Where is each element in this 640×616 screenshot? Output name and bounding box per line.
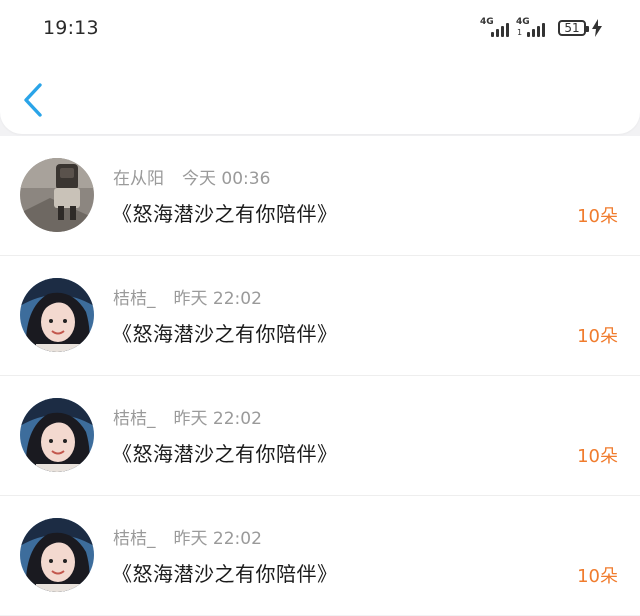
signal-icon-sim2: 4G 1: [516, 17, 546, 39]
sender-name: 在从阳: [113, 169, 164, 189]
gift-count: 10朵: [577, 206, 618, 227]
record-time: 昨天 22:02: [173, 409, 262, 429]
charging-bolt-icon: [592, 19, 602, 37]
gift-count: 10朵: [577, 326, 618, 347]
avatar[interactable]: [20, 398, 94, 472]
gift-title: 《怒海潜沙之有你陪伴》: [112, 562, 338, 586]
list-item[interactable]: 桔桔_ 昨天 22:02 《怒海潜沙之有你陪伴》 10朵: [0, 375, 640, 495]
record-time: 昨天 22:02: [173, 529, 262, 549]
gift-count: 10朵: [577, 566, 618, 587]
record-meta: 桔桔_ 昨天 22:02: [113, 404, 262, 429]
network-type-label: 4G: [516, 17, 530, 27]
signal-icon-sim1: 4G: [480, 17, 510, 39]
gift-count: 10朵: [577, 446, 618, 467]
gift-title: 《怒海潜沙之有你陪伴》: [112, 322, 338, 346]
avatar[interactable]: [20, 158, 94, 232]
battery-icon: 51: [558, 20, 589, 36]
list-item[interactable]: 桔桔_ 昨天 22:02 《怒海潜沙之有你陪伴》 10朵: [0, 255, 640, 375]
top-header: 19:13 4G 4G 1 51: [0, 0, 640, 134]
gift-title: 《怒海潜沙之有你陪伴》: [112, 442, 338, 466]
record-time: 今天 00:36: [182, 169, 271, 189]
record-meta: 在从阳 今天 00:36: [113, 164, 270, 189]
status-time: 19:13: [43, 17, 99, 39]
record-meta: 桔桔_ 昨天 22:02: [113, 524, 262, 549]
sender-name: 桔桔_: [113, 529, 156, 549]
gift-title: 《怒海潜沙之有你陪伴》: [112, 202, 338, 226]
sender-name: 桔桔_: [113, 289, 156, 309]
sender-name: 桔桔_: [113, 409, 156, 429]
avatar[interactable]: [20, 278, 94, 352]
battery-level: 51: [564, 21, 580, 35]
network-type-label: 4G: [480, 17, 494, 27]
record-time: 昨天 22:02: [173, 289, 262, 309]
list-item[interactable]: 桔桔_ 昨天 22:02 《怒海潜沙之有你陪伴》 10朵: [0, 495, 640, 615]
record-meta: 桔桔_ 昨天 22:02: [113, 284, 262, 309]
avatar[interactable]: [20, 518, 94, 592]
sim-index-label: 1: [517, 28, 523, 37]
gift-record-list: 在从阳 今天 00:36 《怒海潜沙之有你陪伴》 10朵 桔桔_ 昨天 22:0…: [0, 136, 640, 615]
status-icons: 4G 4G 1 51: [480, 16, 602, 40]
list-item[interactable]: 在从阳 今天 00:36 《怒海潜沙之有你陪伴》 10朵: [0, 136, 640, 255]
back-button[interactable]: [20, 82, 50, 118]
